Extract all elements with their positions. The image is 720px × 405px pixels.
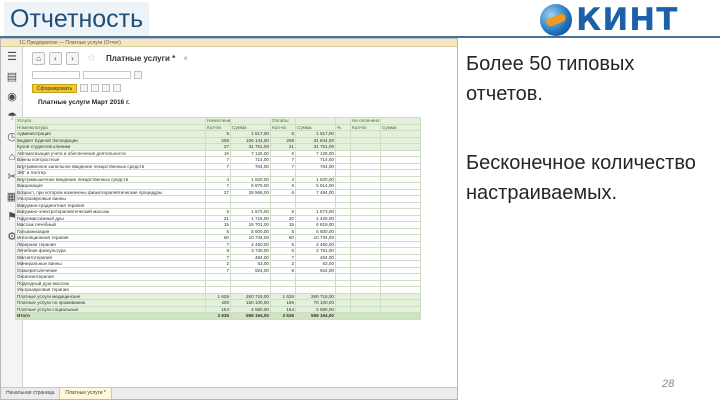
table-cell (335, 312, 351, 320)
form-toolbar: ⌂ ‹ › ☆ Платные услуги * × (24, 47, 457, 69)
settings-button[interactable] (80, 84, 89, 92)
close-icon[interactable]: × (183, 54, 188, 63)
open-windows-bar: Начальная страница Платные услуги * (1, 387, 457, 399)
table-cell: Итого (15, 312, 206, 320)
document-title: Платные услуги * (105, 53, 176, 63)
coin-icon[interactable]: ◉ (1, 87, 23, 107)
logo-globe-icon (540, 4, 572, 36)
period-start-field[interactable] (32, 71, 80, 79)
task-report[interactable]: Платные услуги * (60, 388, 112, 399)
table-cell: 3 636 (270, 312, 296, 320)
table-cell: 598 194,00 (295, 312, 336, 320)
bullet-standard-reports: Более 50 типовых отчетов. (466, 53, 635, 105)
save-button[interactable] (102, 84, 111, 92)
chart-icon[interactable]: ▤ (1, 67, 23, 87)
slide-number: 28 (662, 378, 675, 390)
window-title: 1С:Предприятие — Платные услуги (Отчет) (1, 39, 457, 47)
favorite-star-icon[interactable]: ☆ (87, 53, 96, 64)
print-button[interactable] (91, 84, 100, 92)
table-header-cell: Не оплачено (350, 117, 381, 125)
report-title: Платные услуги Март 2016 г. (38, 99, 130, 106)
forward-button[interactable]: › (66, 51, 79, 65)
period-select-button[interactable] (134, 71, 142, 79)
table-cell: 598 194,00 (230, 312, 271, 320)
more-button[interactable] (113, 84, 122, 92)
home-button[interactable]: ⌂ (32, 51, 45, 65)
back-button[interactable]: ‹ (49, 51, 62, 65)
bullet-custom-reports: Бесконечное количество настраиваемых. (466, 152, 696, 204)
slide-title: Отчетность (4, 2, 150, 36)
report-table: Услуга Начисления Оплаты Не оплачено Номенкл… (15, 117, 421, 320)
app-screenshot: 1С:Предприятие — Платные услуги (Отчет) … (0, 38, 458, 400)
table-cell (350, 312, 381, 320)
action-row: Сформировать (24, 81, 457, 95)
logo-text: КИНТ (576, 2, 679, 38)
table-header-cell: Начисления (205, 117, 231, 125)
table-cell (380, 312, 421, 320)
period-end-field[interactable] (83, 71, 131, 79)
company-logo: КИНТ (540, 2, 690, 38)
generate-button[interactable]: Сформировать (32, 83, 78, 93)
period-row (24, 69, 457, 81)
table-cell: 3 636 (205, 312, 231, 320)
table-row[interactable]: Итого 3 636 598 194,00 3 636 598 194,00 (15, 312, 421, 320)
menu-icon[interactable]: ☰ (1, 47, 23, 67)
task-home[interactable]: Начальная страница (1, 388, 61, 399)
